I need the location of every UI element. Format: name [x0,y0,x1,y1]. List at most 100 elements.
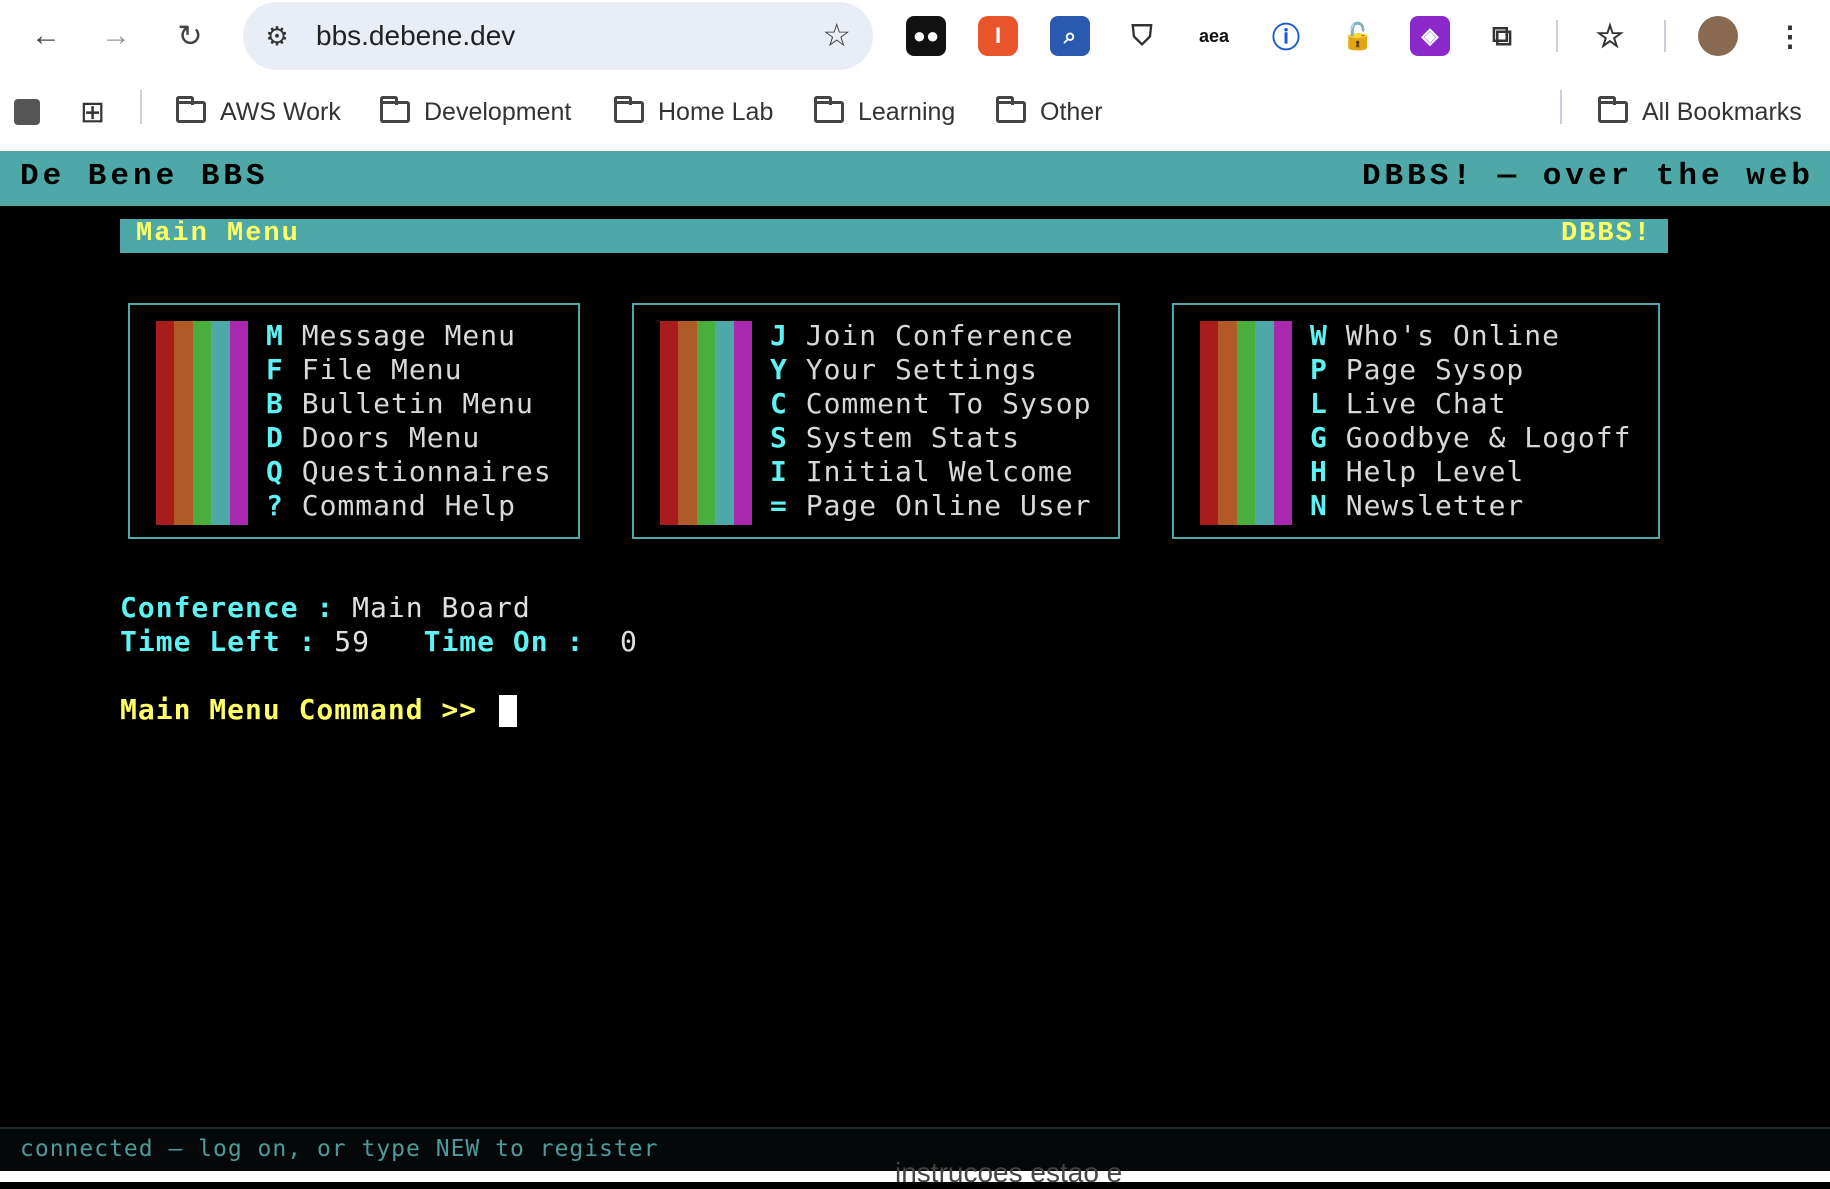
all-bookmarks-folder[interactable]: All Bookmarks [1598,92,1802,132]
extension-1password-icon[interactable]: ⓘ [1266,16,1306,56]
menu-item[interactable]: ? Command Help [266,489,552,523]
color-bar [733,321,753,525]
bookmark-star-icon[interactable]: ☆ [822,16,851,54]
menu-item[interactable]: = Page Online User [770,489,1091,523]
menu-item[interactable]: Y Your Settings [770,353,1091,387]
menu-item[interactable]: S System Stats [770,421,1091,455]
toolbar-divider [1664,20,1666,52]
menu-hotkey: L [1310,387,1328,420]
time-left-label: Time Left : [120,625,317,658]
menu-column-3: W Who's Online P Page Sysop L Live Chat G G… [1172,303,1660,539]
page-below-text: instrucoes estao e [895,1157,1123,1188]
menu-hotkey: G [1310,421,1328,454]
menu-item[interactable]: Q Questionnaires [266,455,552,489]
menu-hotkey: P [1310,353,1328,386]
menu-item-label: Comment To Sysop [805,387,1092,420]
color-bar [1236,321,1256,525]
bbs-tagline: DBBS! — over the web [1361,159,1814,194]
menu-column-2: J Join Conference Y Your Settings C Commen… [632,303,1120,539]
extensions-puzzle-icon[interactable]: ⧉ [1482,16,1522,56]
menu-item-label: Help Level [1345,455,1525,488]
menu-item-label: Who's Online [1345,319,1561,352]
profile-avatar[interactable] [1698,16,1738,56]
bookmark-folder-aws-work[interactable]: AWS Work [176,92,341,132]
bbs-terminal[interactable]: De Bene BBS DBBS! — over the web Main Me… [0,151,1830,1188]
extension-purple-icon[interactable]: ◈ [1410,16,1450,56]
menu-item-label: Goodbye & Logoff [1345,421,1632,454]
menu-column-1: M Message Menu F File Menu B Bulletin Menu… [128,303,580,539]
color-bar [1200,321,1219,525]
menu-item[interactable]: J Join Conference [770,319,1091,353]
folder-icon [614,96,644,123]
menu-item-label: Newsletter [1345,489,1525,522]
color-bar [1218,321,1237,525]
reading-list-icon[interactable]: ☆ [1590,16,1630,56]
menu-item-label: System Stats [805,421,1021,454]
back-arrow-icon[interactable]: ← [24,14,68,58]
color-bar [192,321,212,525]
menu-item-label: Page Online User [805,489,1092,522]
url-text[interactable]: bbs.debene.dev [316,20,515,52]
menu-hotkey: = [770,489,788,522]
menu-item-label: Your Settings [805,353,1038,386]
conference-label: Conference : [120,591,335,624]
menu-item[interactable]: I Initial Welcome [770,455,1091,489]
menu-item[interactable]: W Who's Online [1310,319,1631,353]
menu-item[interactable]: P Page Sysop [1310,353,1631,387]
reload-icon[interactable]: ↻ [168,14,212,58]
site-settings-icon[interactable]: ⚙ [261,20,293,52]
folder-icon [176,96,206,123]
extension-search-icon[interactable]: ⌕ [1050,16,1090,56]
menu-item[interactable]: L Live Chat [1310,387,1631,421]
color-bars [660,321,753,525]
color-bar [229,321,249,525]
browser-menu-icon[interactable]: ⋮ [1770,16,1810,56]
extension-incognito-icon[interactable]: ●● [906,16,946,56]
menu-item[interactable]: F File Menu [266,353,552,387]
folder-icon [1598,96,1628,123]
color-bar [156,321,175,525]
bookmark-folder-other[interactable]: Other [996,92,1103,132]
bbs-name: De Bene BBS [20,159,269,194]
color-bar [660,321,679,525]
terminal-cursor[interactable] [499,695,518,727]
forward-arrow-icon[interactable]: → [94,14,138,58]
menu-item-label: Questionnaires [301,455,552,488]
bookmark-folder-learning[interactable]: Learning [814,92,955,132]
menu-hotkey: H [1310,455,1328,488]
menu-item-label: Command Help [301,489,517,522]
extension-orange-icon[interactable]: I [978,16,1018,56]
menu-item-label: Page Sysop [1345,353,1525,386]
bookmark-folder-home-lab[interactable]: Home Lab [614,92,773,132]
menu-hotkey: W [1310,319,1328,352]
menu-hotkey: S [770,421,788,454]
command-prompt[interactable]: Main Menu Command >> [120,693,518,727]
menu-item[interactable]: M Message Menu [266,319,552,353]
menu-item[interactable]: C Comment To Sysop [770,387,1091,421]
menu-hotkey: Q [266,455,284,488]
address-bar[interactable]: ⚙ bbs.debene.dev ☆ [243,2,873,70]
extension-shield-icon[interactable]: ⛉ [1122,16,1162,56]
menu-items: W Who's Online P Page Sysop L Live Chat G G… [1310,319,1631,523]
menu-item-label: Join Conference [805,319,1074,352]
menu-item[interactable]: N Newsletter [1310,489,1631,523]
menu-item-label: Live Chat [1345,387,1507,420]
apps-square-icon[interactable] [14,92,40,132]
extension-lock-icon[interactable]: 🔓 [1338,16,1378,56]
menu-item[interactable]: D Doors Menu [266,421,552,455]
bookmarks-bar: ⊞ AWS Work Development Home Lab Learning… [0,72,1830,151]
extension-amazon-icon[interactable]: aea [1194,16,1234,56]
status-text: connected — log on, or type NEW to regis… [20,1136,659,1162]
menu-header-bar: Main Menu DBBS! [120,219,1668,253]
menu-item-label: File Menu [301,353,463,386]
prompt-text: Main Menu Command >> [120,693,478,726]
menu-item[interactable]: G Goodbye & Logoff [1310,421,1631,455]
bookmarks-divider [1560,90,1562,124]
color-bar [1255,321,1274,525]
color-bars [156,321,249,525]
bookmark-folder-development[interactable]: Development [380,92,571,132]
menu-items: J Join Conference Y Your Settings C Commen… [770,319,1091,523]
tab-groups-icon[interactable]: ⊞ [80,92,105,132]
menu-item[interactable]: B Bulletin Menu [266,387,552,421]
menu-item[interactable]: H Help Level [1310,455,1631,489]
